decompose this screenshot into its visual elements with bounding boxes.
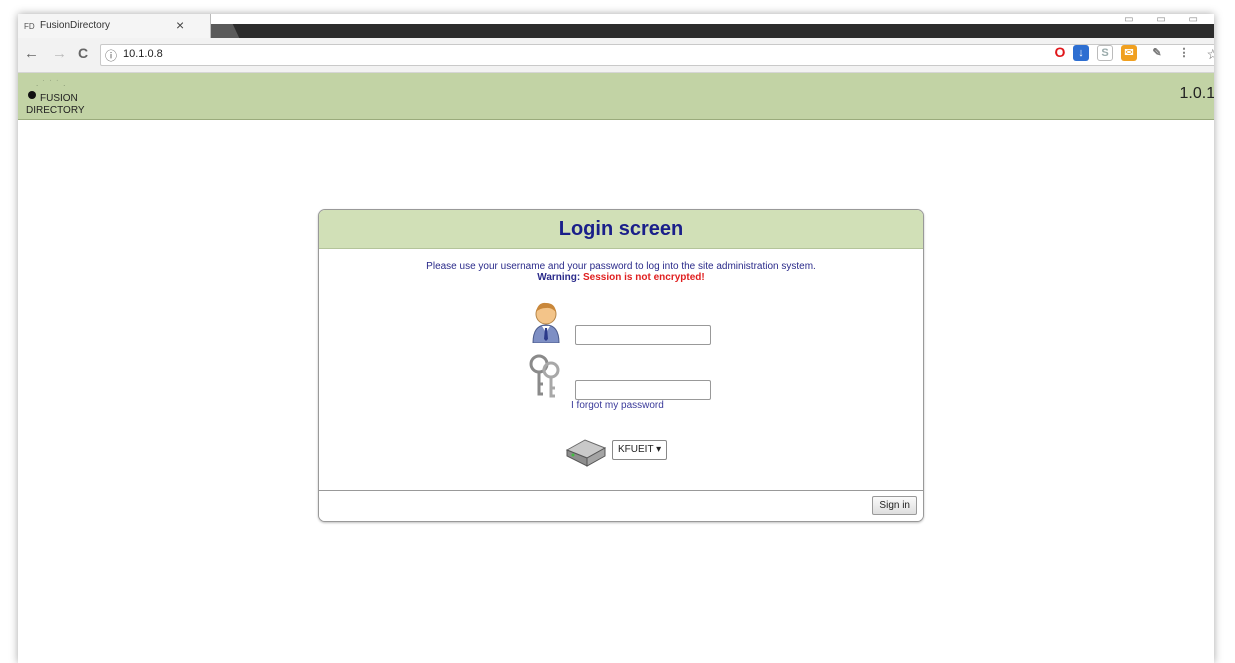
skype-icon[interactable]: S [1097,45,1113,61]
opera-icon[interactable]: O [1052,44,1068,60]
logo-dots: . ˙ ˙ ˙ . [36,79,67,88]
logo-bullet-icon [28,91,36,99]
server-icon [565,439,607,467]
logo-text-line2: DIRECTORY [26,105,85,116]
back-icon[interactable]: ← [24,45,39,62]
tab-fusiondirectory[interactable]: FD FusionDirectory × [18,14,211,38]
domain-selected-value: KFUEIT [618,444,654,455]
password-input[interactable] [575,380,711,400]
mail-badge-icon[interactable]: ✉ [1121,45,1137,61]
info-icon[interactable]: ⓘ [105,47,117,64]
encryption-warning: Warning: Session is not encrypted! [319,272,923,283]
login-message: Please use your username and your passwo… [319,261,923,283]
domain-select[interactable]: KFUEIT ▾ [612,440,668,460]
forward-icon[interactable]: → [52,45,67,62]
sign-in-button[interactable]: Sign in [872,496,917,515]
download-icon[interactable]: ↓ [1073,45,1089,61]
version-label: 1.0.12 [1179,85,1214,102]
browser-toolbar: ← → C ⓘ 10.1.0.8 ☆ [18,38,1214,73]
login-title: Login screen [558,218,684,240]
login-panel-header: Login screen [319,210,923,249]
window-controls[interactable]: ▭ ▭ ▭ [1124,14,1208,25]
warning-text: Session is not encrypted! [583,272,705,283]
favicon-icon: FD [24,22,35,31]
browser-window: FD FusionDirectory × ▭ ▭ ▭ ← → C ⓘ 10.1.… [18,14,1214,663]
pen-icon[interactable]: ✎ [1149,45,1165,61]
address-bar[interactable]: ⓘ 10.1.0.8 ☆ [100,44,1214,66]
tab-title: FusionDirectory [40,20,111,31]
user-icon [532,302,560,343]
forgot-password-link[interactable]: I forgot my password [571,400,664,411]
chevron-down-icon: ▾ [656,444,662,455]
login-panel-footer: Sign in [319,490,923,521]
fusiondirectory-logo: . ˙ ˙ ˙ . FUSION DIRECTORY [26,79,96,116]
app-header: . ˙ ˙ ˙ . FUSION DIRECTORY 1.0.12 [18,73,1214,120]
tab-strip: FD FusionDirectory × ▭ ▭ ▭ [18,14,1214,38]
menu-icon[interactable]: ⋮ [1176,45,1192,61]
logo-text-line1: FUSION [40,93,78,104]
warning-label: Warning: [537,272,581,283]
address-url: 10.1.0.8 [123,48,163,60]
tab-strip-background [206,24,1214,38]
reload-icon[interactable]: C [78,45,88,61]
tab-close-icon[interactable]: × [176,17,184,33]
login-panel: Login screen Please use your username an… [318,209,924,522]
login-instructions: Please use your username and your passwo… [426,261,816,272]
username-input[interactable] [575,325,711,345]
bookmark-star-icon[interactable]: ☆ [1206,46,1214,63]
keys-icon [529,354,560,398]
